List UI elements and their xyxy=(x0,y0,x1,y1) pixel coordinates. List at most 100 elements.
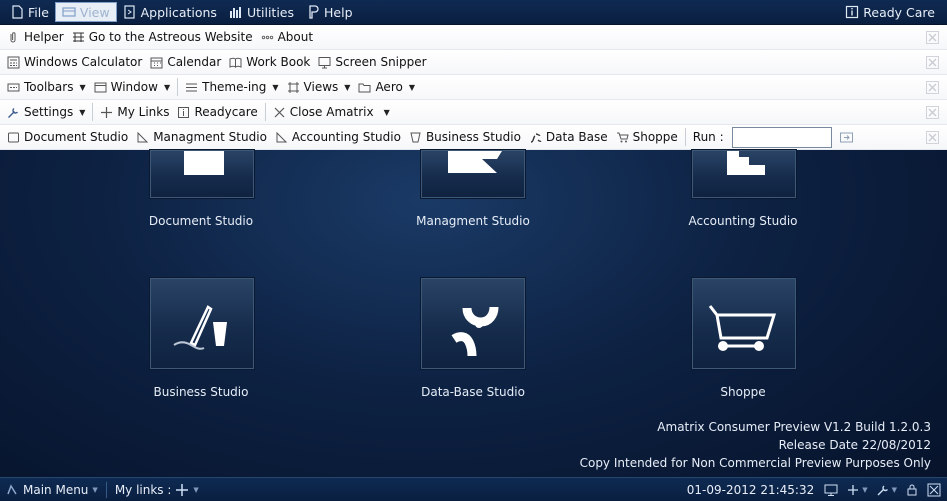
run-input[interactable] xyxy=(731,126,832,148)
toolbars-icon xyxy=(7,83,20,91)
shoppe-button[interactable]: Shoppe xyxy=(612,126,682,148)
website-icon xyxy=(72,32,84,42)
menu-help-label: Help xyxy=(324,4,353,20)
database-studio-tile[interactable] xyxy=(421,278,525,369)
help-icon xyxy=(309,5,319,19)
helper-button[interactable]: Helper xyxy=(3,26,68,48)
about-icon xyxy=(261,35,273,39)
aero-dropdown[interactable]: Aero ▼ xyxy=(354,76,419,98)
view-icon xyxy=(62,7,76,17)
business-studio-button[interactable]: Business Studio xyxy=(405,126,525,148)
settings-label: Settings xyxy=(24,105,74,119)
menu-applications[interactable]: Applications xyxy=(117,2,223,22)
info-icon xyxy=(178,106,190,118)
chevron-down-icon[interactable]: ▼ xyxy=(193,486,198,494)
close-icon[interactable] xyxy=(926,81,939,94)
main-menu-button[interactable]: Main Menu ▼ xyxy=(0,480,103,500)
window-icon xyxy=(94,82,107,92)
about-button[interactable]: About xyxy=(257,26,317,48)
chevron-down-icon: ▼ xyxy=(408,82,415,92)
business-studio-tile[interactable] xyxy=(150,278,254,369)
wrench-icon[interactable] xyxy=(876,483,890,497)
document-icon xyxy=(8,132,19,142)
chevron-down-icon[interactable]: ▼ xyxy=(862,486,867,494)
document-studio-label: Document Studio xyxy=(24,130,129,144)
theming-label: Theme-ing xyxy=(202,80,267,94)
folder-icon xyxy=(358,83,371,92)
shoppe-tile-label: Shoppe xyxy=(720,385,766,399)
settings-dropdown[interactable]: Settings ▼ xyxy=(3,101,89,123)
views-label: Views xyxy=(303,80,339,94)
aero-label: Aero xyxy=(375,80,403,94)
run-go-icon[interactable] xyxy=(839,131,853,144)
desktop-icon[interactable] xyxy=(824,483,838,497)
toolbar-separator xyxy=(92,103,94,121)
management-studio-tile[interactable] xyxy=(421,150,525,198)
toolbars-label: Toolbars xyxy=(24,80,74,94)
theming-dropdown[interactable]: Theme-ing ▼ xyxy=(181,76,282,98)
toolbars-dropdown[interactable]: Toolbars ▼ xyxy=(3,76,90,98)
accounting-studio-tile[interactable] xyxy=(692,150,796,198)
monitor-icon xyxy=(318,56,331,68)
close-icon[interactable] xyxy=(926,56,939,69)
accounting-icon xyxy=(727,151,765,175)
window-dropdown[interactable]: Window ▼ xyxy=(90,76,174,98)
file-icon xyxy=(12,5,23,19)
my-links-button[interactable]: My Links xyxy=(96,101,173,123)
menu-bar: File View Applications Utilities Help Re… xyxy=(0,0,947,25)
database-icon xyxy=(530,132,542,143)
website-button[interactable]: Go to the Astreous Website xyxy=(68,26,257,48)
accounting-icon xyxy=(276,131,288,142)
close-icon[interactable] xyxy=(926,131,939,144)
screen-snipper-label: Screen Snipper xyxy=(335,55,427,69)
management-studio-button[interactable]: Managment Studio xyxy=(132,126,271,148)
clock: 01-09-2012 21:45:32 xyxy=(686,482,815,497)
taskbar: Main Menu ▼ My links : ▼ 01-09-2012 21:4… xyxy=(0,477,947,501)
chevron-down-icon[interactable]: ▼ xyxy=(892,486,897,494)
ready-care-button[interactable]: Ready Care xyxy=(839,2,941,22)
toolbar-row-tools: Windows Calculator Calendar Work Book Sc… xyxy=(0,50,947,75)
taskbar-separator xyxy=(105,481,107,498)
views-dropdown[interactable]: Views ▼ xyxy=(283,76,355,98)
chevron-down-icon: ▼ xyxy=(79,82,86,92)
screen-snipper-button[interactable]: Screen Snipper xyxy=(314,51,430,73)
menu-file[interactable]: File xyxy=(4,2,55,22)
menu-help[interactable]: Help xyxy=(300,2,359,22)
book-icon xyxy=(229,57,242,68)
toolbar-row-display: Toolbars ▼ Window ▼ Theme-ing ▼ Views ▼ … xyxy=(0,75,947,100)
add-link-icon[interactable] xyxy=(175,483,189,497)
document-studio-button[interactable]: Document Studio xyxy=(3,126,132,148)
workbook-button[interactable]: Work Book xyxy=(225,51,314,73)
exit-icon[interactable] xyxy=(927,483,941,497)
menu-view[interactable]: View xyxy=(54,2,117,22)
close-amatrix-dropdown[interactable]: Close Amatrix ▼ xyxy=(269,101,394,123)
toolbar-row-settings: Settings ▼ My Links Readycare Close Amat… xyxy=(0,100,947,125)
accounting-studio-button[interactable]: Accounting Studio xyxy=(271,126,405,148)
database-label: Data Base xyxy=(545,130,608,144)
document-studio-tile[interactable] xyxy=(150,150,254,198)
my-links-area: My links : ▼ xyxy=(110,480,204,500)
lock-icon[interactable] xyxy=(905,483,919,497)
menu-utilities-label: Utilities xyxy=(246,4,294,20)
shopping-cart-icon xyxy=(616,132,629,142)
calendar-label: Calendar xyxy=(167,55,222,69)
menu-utilities[interactable]: Utilities xyxy=(223,2,300,22)
chevron-down-icon: ▼ xyxy=(92,485,98,494)
business-studio-label: Business Studio xyxy=(425,130,521,144)
plus-icon xyxy=(101,106,113,118)
accounting-studio-tile-label: Accounting Studio xyxy=(688,214,798,228)
shoppe-tile[interactable] xyxy=(692,278,796,369)
accounting-studio-label: Accounting Studio xyxy=(291,130,401,144)
readycare-button[interactable]: Readycare xyxy=(173,101,261,123)
version-line: Amatrix Consumer Preview V1.2 Build 1.2.… xyxy=(657,420,931,434)
calculator-button[interactable]: Windows Calculator xyxy=(3,51,146,73)
add-icon[interactable] xyxy=(846,483,860,497)
calendar-button[interactable]: Calendar xyxy=(146,51,225,73)
database-button[interactable]: Data Base xyxy=(525,126,612,148)
cup-icon xyxy=(410,132,421,142)
about-label: About xyxy=(277,30,314,44)
calculator-icon xyxy=(7,56,20,68)
utilities-icon xyxy=(229,7,241,18)
close-icon[interactable] xyxy=(926,106,939,119)
close-icon[interactable] xyxy=(926,31,939,44)
